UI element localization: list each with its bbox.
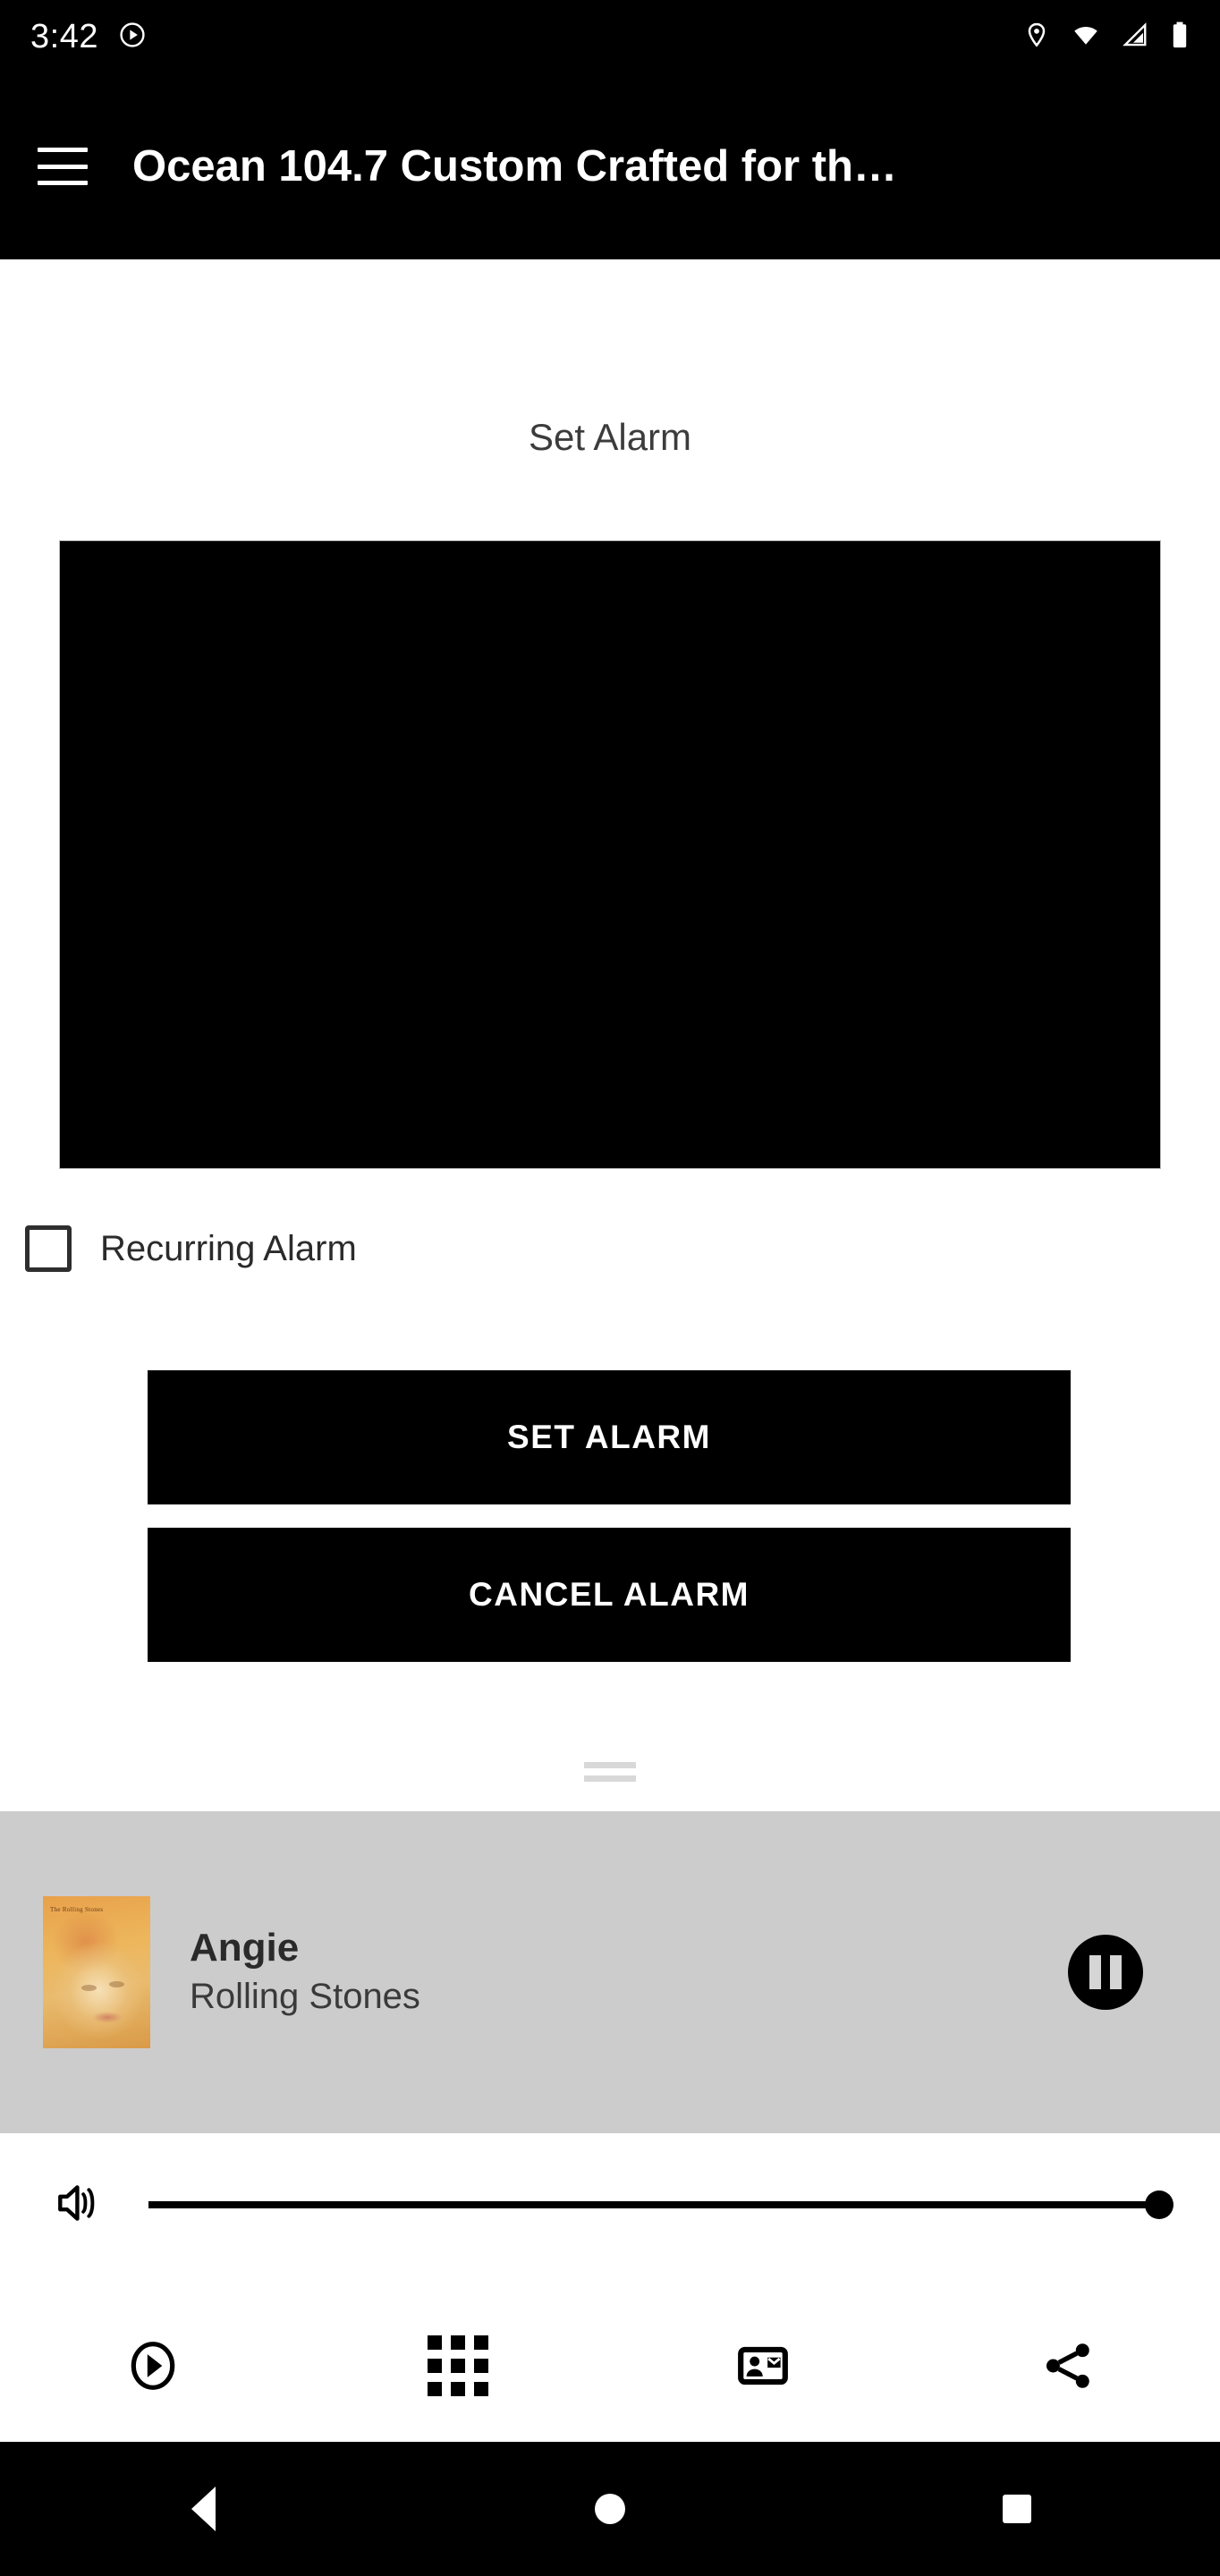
volume-slider[interactable] (148, 2187, 1173, 2223)
button-divider (148, 1504, 1071, 1528)
album-art-caption: The Rolling Stones (50, 1906, 104, 1913)
pause-icon (1110, 1955, 1122, 1989)
album-art: The Rolling Stones (43, 1896, 150, 2048)
track-artist: Rolling Stones (190, 1977, 420, 2017)
pause-button[interactable] (1068, 1935, 1143, 2010)
recurring-alarm-row[interactable]: Recurring Alarm (25, 1225, 357, 1272)
recents-square-icon (1002, 2495, 1031, 2523)
volume-slider-track (148, 2201, 1168, 2208)
alarm-button-group: SET ALARM CANCEL ALARM (148, 1370, 1071, 1662)
app-bar: Ocean 104.7 Custom Crafted for th… (0, 73, 1220, 259)
time-picker[interactable] (59, 540, 1161, 1169)
back-triangle-icon (191, 2487, 216, 2531)
play-circle-icon (118, 21, 147, 54)
volume-slider-thumb[interactable] (1145, 2190, 1173, 2219)
album-art-detail (92, 2012, 123, 2024)
pause-icon (1089, 1955, 1101, 1989)
play-circle-icon[interactable] (0, 2290, 305, 2442)
nav-home-button[interactable] (407, 2442, 814, 2576)
share-icon[interactable] (915, 2290, 1220, 2442)
cancel-alarm-button[interactable]: CANCEL ALARM (148, 1528, 1071, 1662)
recurring-alarm-label: Recurring Alarm (100, 1228, 357, 1268)
battery-icon (1170, 21, 1190, 54)
recurring-alarm-checkbox[interactable] (25, 1225, 72, 1272)
home-circle-icon (595, 2494, 625, 2524)
bottom-toolbar (0, 2290, 1220, 2442)
android-nav-bar (0, 2442, 1220, 2576)
now-playing-bar[interactable]: The Rolling Stones Angie Rolling Stones (0, 1811, 1220, 2133)
sheet-drag-handle[interactable] (0, 1762, 1220, 1782)
status-bar-right (1023, 21, 1190, 54)
track-title: Angie (190, 1925, 300, 1970)
album-art-detail (109, 1981, 125, 1988)
location-pin-icon (1023, 21, 1050, 53)
album-art-detail (81, 1984, 97, 1991)
status-bar-clock: 3:42 (30, 18, 98, 55)
status-bar-left: 3:42 (30, 20, 147, 54)
nav-back-button[interactable] (0, 2442, 407, 2576)
cell-signal-icon (1122, 21, 1148, 53)
page-title: Ocean 104.7 Custom Crafted for th… (132, 142, 897, 191)
hamburger-menu-icon[interactable] (38, 148, 88, 185)
volume-row (0, 2147, 1220, 2263)
wifi-icon (1072, 21, 1100, 53)
grid-apps-icon[interactable] (305, 2290, 610, 2442)
set-alarm-button[interactable]: SET ALARM (148, 1370, 1071, 1504)
status-bar: 3:42 (0, 0, 1220, 73)
track-info: Angie Rolling Stones (190, 1926, 1068, 2020)
main-content: Set Alarm Recurring Alarm SET ALARM CANC… (0, 259, 1220, 1811)
phone-screen: 3:42 Ocean 104.7 Custom Crafted for th… … (0, 0, 1220, 2576)
section-heading: Set Alarm (528, 416, 692, 458)
volume-up-icon[interactable] (52, 2175, 107, 2235)
nav-recents-button[interactable] (813, 2442, 1220, 2576)
contact-card-icon[interactable] (610, 2290, 915, 2442)
